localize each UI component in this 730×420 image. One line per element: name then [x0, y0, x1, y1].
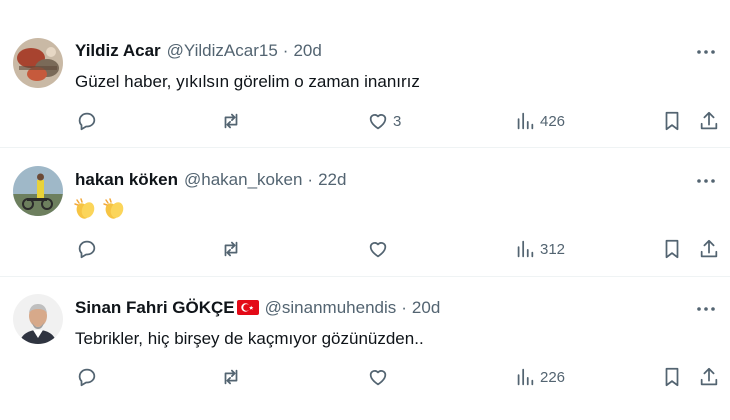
views-button[interactable]: 426 — [514, 108, 565, 134]
tweet[interactable]: hakan köken @hakan_koken · 22d 312 — [0, 148, 730, 277]
action-bar: 226 — [0, 364, 730, 390]
like-count: 3 — [393, 112, 402, 130]
bookmark-button[interactable] — [661, 236, 683, 262]
share-icon — [700, 367, 718, 386]
retweet-icon — [224, 241, 238, 257]
tweet-text — [73, 197, 126, 221]
separator-dot: · — [307, 170, 314, 189]
views-icon — [517, 112, 534, 130]
avatar[interactable] — [13, 166, 63, 216]
separator-dot: · — [282, 41, 289, 60]
clapping-hands-emoji — [102, 198, 124, 219]
reply-button[interactable] — [76, 108, 98, 134]
retweet-button[interactable] — [220, 364, 242, 390]
views-button[interactable]: 226 — [514, 364, 565, 390]
views-count: 312 — [540, 240, 566, 258]
avatar[interactable] — [13, 38, 63, 88]
share-icon — [700, 111, 718, 130]
bookmark-icon — [665, 367, 679, 387]
bookmark-icon — [665, 239, 679, 259]
views-count: 426 — [540, 112, 566, 130]
like-icon — [369, 242, 387, 258]
reply-icon — [78, 112, 96, 131]
tweet-text: Tebrikler, hiç birşey de kaçmıyor gözünü… — [75, 329, 424, 348]
like-button[interactable]: 3 — [367, 108, 401, 134]
bookmark-icon — [665, 111, 679, 131]
tweet[interactable]: Yildiz Acar @YildizAcar15 · 20d Güzel ha… — [0, 0, 730, 148]
like-icon — [369, 114, 387, 130]
timestamp[interactable]: 22d — [318, 170, 346, 190]
tweet[interactable]: Sinan Fahri GÖKÇE @sinanmuhendis · 20d T… — [0, 277, 730, 420]
separator-dot: · — [401, 298, 407, 317]
like-button[interactable] — [367, 236, 393, 262]
share-button[interactable] — [698, 364, 720, 390]
views-icon — [517, 368, 534, 386]
more-icon[interactable] — [696, 42, 716, 62]
retweet-button[interactable] — [220, 108, 242, 134]
action-bar: 312 — [0, 236, 730, 262]
more-icon[interactable] — [696, 299, 716, 319]
timestamp[interactable]: 20d — [412, 298, 440, 318]
action-bar: 3 426 — [0, 108, 730, 134]
views-count: 226 — [540, 368, 566, 386]
share-icon — [700, 239, 718, 258]
more-icon[interactable] — [696, 171, 716, 191]
retweet-icon — [224, 369, 238, 385]
avatar[interactable] — [13, 294, 63, 344]
turkey-flag-icon — [236, 300, 259, 315]
display-name[interactable]: hakan köken — [75, 170, 178, 190]
reply-button[interactable] — [76, 236, 98, 262]
views-icon — [517, 240, 534, 258]
reply-icon — [78, 368, 96, 387]
like-icon — [369, 370, 387, 386]
retweet-icon — [224, 113, 238, 129]
user-handle[interactable]: @hakan_koken — [184, 170, 302, 190]
retweet-button[interactable] — [220, 236, 242, 262]
bookmark-button[interactable] — [661, 364, 683, 390]
like-button[interactable] — [367, 364, 393, 390]
reply-icon — [78, 240, 96, 259]
share-button[interactable] — [698, 108, 720, 134]
share-button[interactable] — [698, 236, 720, 262]
views-button[interactable]: 312 — [514, 236, 565, 262]
user-handle[interactable]: @sinanmuhendis — [265, 298, 397, 318]
timestamp[interactable]: 20d — [293, 41, 321, 61]
clapping-hands-emoji — [74, 198, 95, 219]
tweet-text: Güzel haber, yıkılsın görelim o zaman in… — [75, 72, 420, 91]
display-name[interactable]: Sinan Fahri GÖKÇE — [75, 298, 235, 318]
display-name[interactable]: Yildiz Acar — [75, 41, 161, 61]
user-handle[interactable]: @YildizAcar15 — [167, 41, 278, 61]
bookmark-button[interactable] — [661, 108, 683, 134]
reply-button[interactable] — [76, 364, 98, 390]
